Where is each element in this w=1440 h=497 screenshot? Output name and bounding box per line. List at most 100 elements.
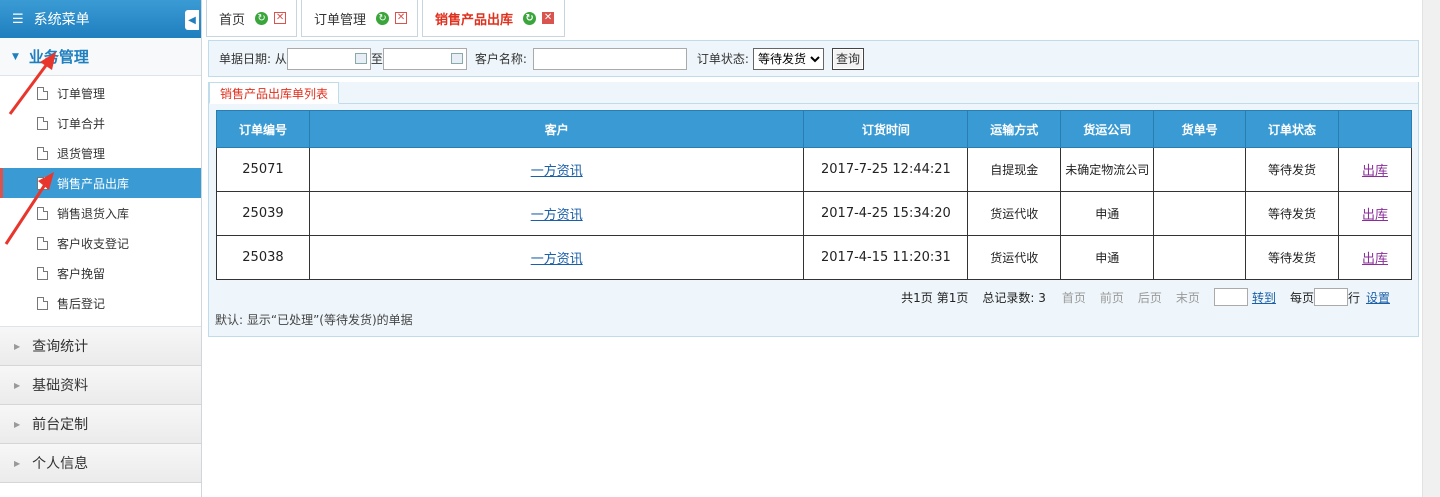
cell-carrier: 未确定物流公司	[1060, 147, 1155, 192]
sidebar-item-orders[interactable]: 订单管理	[0, 78, 201, 108]
close-icon[interactable]: ✕	[274, 12, 287, 24]
next-page-link[interactable]: 后页	[1138, 289, 1162, 306]
group-business[interactable]: ▼ 业务管理	[0, 38, 201, 76]
sidebar-item-label: 销售产品出库	[57, 176, 130, 191]
settings-link[interactable]: 设置	[1366, 289, 1390, 306]
col-order-id: 订单编号	[216, 110, 310, 148]
sidebar-item-label: 订单管理	[57, 86, 106, 101]
caret-right-icon: ▶	[14, 458, 21, 468]
per-page-label: 每页	[1289, 290, 1314, 305]
calendar-icon[interactable]	[354, 52, 367, 64]
document-icon	[37, 206, 48, 220]
tab-home[interactable]: 首页 ↻ ✕	[206, 0, 298, 37]
sidebar: ☰ 系统菜单 ◀ ▼ 业务管理 订单管理 订单合并 退货管理 销售产品出库 销售…	[0, 0, 202, 497]
ship-out-link[interactable]: 出库	[1362, 164, 1388, 179]
list-panel: 销售产品出库单列表 订单编号 客户 订货时间 运输方式 货运公司 货单号 订单状…	[208, 82, 1419, 337]
cell-order-id: 25039	[216, 191, 310, 236]
caret-right-icon: ▶	[14, 341, 21, 351]
cell-status: 等待发货	[1245, 191, 1339, 236]
cell-customer: 一方资讯	[308, 191, 805, 236]
group-personal-info[interactable]: ▶ 个人信息	[0, 444, 201, 483]
scrollbar[interactable]	[1422, 0, 1440, 497]
tab-sales-outbound[interactable]: 销售产品出库 ↻ ✕	[422, 0, 566, 37]
table-row: 25038 一方资讯 2017-4-15 11:20:31 货运代收 申通 等待…	[216, 235, 1413, 280]
cell-carrier: 申通	[1060, 235, 1155, 280]
list-icon: ☰	[12, 11, 24, 27]
business-submenu: 订单管理 订单合并 退货管理 销售产品出库 销售退货入库 客户收支登记 客户挽留…	[0, 76, 201, 327]
group-frontend-custom[interactable]: ▶ 前台定制	[0, 405, 201, 444]
group-label: 前台定制	[32, 417, 89, 433]
group-query-stats[interactable]: ▶ 查询统计	[0, 327, 201, 366]
panel-tab[interactable]: 销售产品出库单列表	[209, 82, 340, 104]
sidebar-item-order-merge[interactable]: 订单合并	[0, 108, 201, 138]
prev-page-link[interactable]: 前页	[1100, 289, 1124, 306]
goto-link[interactable]: 转到	[1252, 289, 1276, 306]
sidebar-item-label: 客户收支登记	[57, 236, 130, 251]
search-button[interactable]: 查询	[831, 47, 864, 70]
document-icon	[37, 116, 48, 130]
per-page-input[interactable]	[1313, 288, 1348, 306]
col-carrier: 货运公司	[1060, 110, 1155, 148]
calendar-icon[interactable]	[450, 52, 463, 64]
group-label: 查询统计	[32, 339, 89, 355]
collapse-sidebar-button[interactable]: ◀	[185, 10, 199, 30]
first-page-link[interactable]: 首页	[1062, 289, 1086, 306]
refresh-icon[interactable]: ↻	[523, 11, 537, 25]
tab-order-management[interactable]: 订单管理 ↻ ✕	[301, 0, 419, 37]
sidebar-item-return-inbound[interactable]: 销售退货入库	[0, 198, 201, 228]
sidebar-item-customer-retention[interactable]: 客户挽留	[0, 258, 201, 288]
refresh-icon[interactable]: ↻	[255, 11, 269, 25]
customer-name-input[interactable]	[532, 47, 687, 70]
cell-customer: 一方资讯	[308, 235, 805, 280]
col-action	[1337, 110, 1413, 148]
customer-link[interactable]: 一方资讯	[531, 252, 583, 267]
sidebar-item-returns[interactable]: 退货管理	[0, 138, 201, 168]
document-icon	[37, 266, 48, 280]
sidebar-item-sales-outbound[interactable]: 销售产品出库	[0, 168, 201, 198]
page-count: 共1页	[901, 290, 933, 305]
tab-label: 销售产品出库	[435, 12, 514, 28]
cell-action: 出库	[1337, 147, 1413, 192]
caret-right-icon: ▶	[14, 380, 21, 390]
outbound-table: 订单编号 客户 订货时间 运输方式 货运公司 货单号 订单状态 25071 一方…	[216, 110, 1413, 280]
cell-action: 出库	[1337, 191, 1413, 236]
cell-carrier: 申通	[1060, 191, 1155, 236]
sidebar-item-label: 订单合并	[57, 116, 106, 131]
customer-link[interactable]: 一方资讯	[531, 164, 583, 179]
tab-label: 订单管理	[314, 12, 367, 28]
sidebar-item-after-sales[interactable]: 售后登记	[0, 288, 201, 318]
sidebar-title: 系统菜单	[33, 12, 90, 28]
tab-bar: 首页 ↻ ✕ 订单管理 ↻ ✕ 销售产品出库 ↻ ✕	[206, 0, 569, 37]
col-waybill: 货单号	[1153, 110, 1247, 148]
cell-waybill	[1153, 191, 1247, 236]
status-select[interactable]: 等待发货	[752, 47, 824, 70]
col-order-time: 订货时间	[803, 110, 969, 148]
table-row: 25071 一方资讯 2017-7-25 12:44:21 自提现金 未确定物流…	[216, 147, 1413, 192]
goto-page-input[interactable]	[1213, 288, 1248, 306]
sidebar-item-label: 销售退货入库	[57, 206, 130, 221]
group-label: 基础资料	[32, 378, 89, 394]
main-content: 首页 ↻ ✕ 订单管理 ↻ ✕ 销售产品出库 ↻ ✕ 单据日期: 从 至 客户名…	[202, 0, 1422, 497]
document-icon	[37, 296, 48, 310]
cell-status: 等待发货	[1245, 235, 1339, 280]
ship-out-link[interactable]: 出库	[1362, 208, 1388, 223]
caret-down-icon: ▼	[12, 51, 19, 62]
refresh-icon[interactable]: ↻	[376, 11, 390, 25]
cell-status: 等待发货	[1245, 147, 1339, 192]
cell-order-time: 2017-7-25 12:44:21	[803, 147, 969, 192]
ship-out-link[interactable]: 出库	[1362, 252, 1388, 267]
col-status: 订单状态	[1245, 110, 1339, 148]
close-icon[interactable]: ✕	[542, 12, 555, 24]
customer-link[interactable]: 一方资讯	[531, 208, 583, 223]
close-icon[interactable]: ✕	[395, 12, 408, 24]
last-page-link[interactable]: 末页	[1176, 289, 1200, 306]
sidebar-header: ☰ 系统菜单 ◀	[0, 0, 201, 38]
document-icon	[37, 176, 48, 190]
group-basic-data[interactable]: ▶ 基础资料	[0, 366, 201, 405]
date-to-wrapper	[382, 47, 467, 70]
rows-unit-label: 行	[1347, 290, 1360, 305]
cell-transport: 自提现金	[967, 147, 1062, 192]
record-total: 总记录数: 3	[982, 290, 1046, 305]
sidebar-item-customer-payments[interactable]: 客户收支登记	[0, 228, 201, 258]
default-note: 默认: 显示“已处理”(等待发货)的单据	[215, 313, 413, 327]
